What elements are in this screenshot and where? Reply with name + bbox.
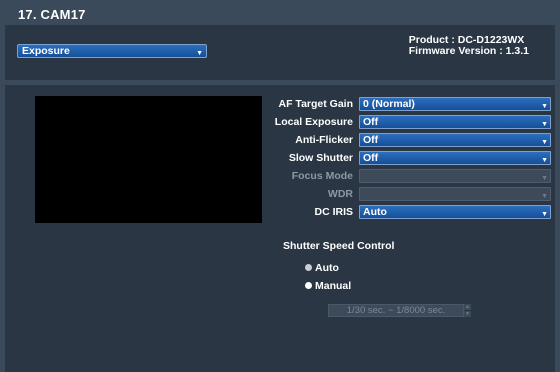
wdr-row: WDR ▼ [267,187,551,201]
page-select-value: Exposure [22,45,70,57]
shutter-range-spinner[interactable]: ▲ ▼ [464,304,471,317]
chevron-down-icon: ▼ [541,157,548,164]
header-panel: Exposure ▼ Product : DC-D1223WX Firmware… [5,25,555,80]
dc-iris-row: DC IRIS Auto ▼ [267,205,551,219]
af-target-gain-row: AF Target Gain 0 (Normal) ▼ [267,97,551,111]
spinner-up-icon[interactable]: ▲ [464,304,471,310]
slow-shutter-value: Off [363,152,379,164]
page-select-dropdown[interactable]: Exposure ▼ [17,44,207,58]
focus-mode-select[interactable]: ▼ [359,169,551,183]
anti-flicker-label: Anti-Flicker [295,134,353,146]
slow-shutter-row: Slow Shutter Off ▼ [267,151,551,165]
local-exposure-row: Local Exposure Off ▼ [267,115,551,129]
wdr-select[interactable]: ▼ [359,187,551,201]
shutter-manual-option[interactable]: Manual [305,280,351,292]
chevron-down-icon: ▼ [541,211,548,218]
local-exposure-value: Off [363,116,379,128]
chevron-down-icon: ▼ [541,139,548,146]
title-bar: 17. CAM17 [0,0,560,25]
chevron-down-icon: ▼ [541,121,548,128]
video-preview [35,96,262,223]
chevron-down-icon: ▼ [541,193,548,200]
product-info: Product : DC-D1223WX Firmware Version : … [409,35,529,57]
spinner-down-icon[interactable]: ▼ [464,311,471,317]
shutter-manual-label: Manual [315,280,352,292]
dc-iris-label: DC IRIS [314,206,353,218]
camera-title: 17. CAM17 [18,7,86,22]
focus-mode-label: Focus Mode [291,170,353,182]
shutter-auto-label: Auto [315,262,339,274]
wdr-label: WDR [327,188,353,200]
chevron-down-icon: ▼ [541,103,548,110]
firmware-line: Firmware Version : 1.3.1 [408,45,529,57]
local-exposure-label: Local Exposure [274,116,353,128]
anti-flicker-value: Off [363,134,379,146]
radio-icon[interactable] [305,281,312,289]
shutter-range-field[interactable]: 1/30 sec. ~ 1/8000 sec. [328,304,464,317]
slow-shutter-label: Slow Shutter [288,152,353,164]
af-target-gain-value: 0 (Normal) [363,98,415,110]
shutter-auto-option[interactable]: Auto [305,262,339,274]
slow-shutter-select[interactable]: Off ▼ [359,151,551,165]
exposure-panel: AF Target Gain 0 (Normal) ▼ Local Exposu… [5,85,555,372]
shutter-speed-control-title: Shutter Speed Control [283,240,395,252]
dc-iris-value: Auto [363,206,387,218]
dc-iris-select[interactable]: Auto ▼ [359,205,551,219]
local-exposure-select[interactable]: Off ▼ [359,115,551,129]
anti-flicker-select[interactable]: Off ▼ [359,133,551,147]
chevron-down-icon: ▼ [541,175,548,182]
anti-flicker-row: Anti-Flicker Off ▼ [267,133,551,147]
chevron-down-icon: ▼ [196,50,203,57]
af-target-gain-label: AF Target Gain [278,98,353,110]
radio-icon[interactable] [305,263,312,271]
af-target-gain-select[interactable]: 0 (Normal) ▼ [359,97,551,111]
focus-mode-row: Focus Mode ▼ [267,169,551,183]
